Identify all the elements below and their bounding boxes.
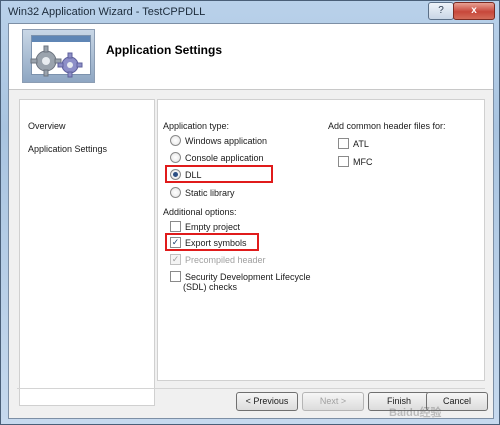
page-title: Application Settings [106, 43, 223, 57]
radio-static-library[interactable]: Static library [170, 186, 235, 199]
help-button[interactable]: ? [428, 2, 454, 20]
close-button[interactable]: x [453, 2, 495, 20]
radio-indicator[interactable] [170, 187, 181, 198]
checkbox-mfc[interactable]: MFC [338, 155, 373, 168]
watermark-text: Baidu经验 [389, 407, 442, 419]
checkbox-indicator[interactable] [338, 138, 349, 149]
checkbox-label: MFC [353, 156, 373, 167]
window-title: Win32 Application Wizard - TestCPPDLL [8, 6, 206, 18]
radio-console-application[interactable]: Console application [170, 151, 264, 164]
previous-button[interactable]: < Previous [236, 392, 298, 411]
gear-small-icon [57, 52, 83, 78]
checkbox-label: Precompiled header [185, 254, 266, 265]
checkbox-indicator[interactable] [170, 221, 181, 232]
checkbox-indicator[interactable] [170, 271, 181, 282]
header-files-label: Add common header files for: [328, 121, 446, 131]
wizard-banner-image [22, 29, 95, 83]
checkbox-label-continuation: (SDL) checks [183, 282, 238, 292]
radio-indicator[interactable] [170, 135, 181, 146]
radio-label: Windows application [185, 135, 268, 146]
checkbox-empty-project[interactable]: Empty project [170, 220, 240, 233]
sidebar-item-application-settings[interactable]: Application Settings [28, 144, 107, 154]
title-bar[interactable]: Win32 Application Wizard - TestCPPDLL ? … [1, 1, 499, 23]
additional-options-label: Additional options: [163, 207, 237, 217]
export-symbols-highlight-box [165, 233, 259, 251]
checkbox-atl[interactable]: ATL [338, 137, 369, 150]
next-button: Next > [302, 392, 364, 411]
application-type-label: Application type: [163, 121, 230, 131]
radio-label: Static library [185, 187, 235, 198]
checkbox-precompiled-header: ✓ Precompiled header [170, 253, 266, 266]
checkbox-label: Security Development Lifecycle [185, 271, 311, 282]
wizard-client-area: Application Settings Overview Applicatio… [8, 23, 494, 419]
wizard-window: Win32 Application Wizard - TestCPPDLL ? … [0, 0, 500, 425]
checkbox-indicator-disabled: ✓ [170, 254, 181, 265]
checkbox-label: ATL [353, 138, 369, 149]
radio-label: Console application [185, 152, 264, 163]
dll-highlight-box [165, 165, 273, 183]
sidebar-item-overview[interactable]: Overview [28, 121, 66, 131]
wizard-banner: Application Settings [9, 24, 493, 90]
wizard-sidebar: Overview Application Settings [19, 99, 155, 406]
checkbox-label: Empty project [185, 221, 241, 232]
footer-divider [17, 388, 485, 389]
checkbox-indicator[interactable] [338, 156, 349, 167]
radio-indicator[interactable] [170, 152, 181, 163]
settings-panel: Application type: Windows application Co… [157, 99, 485, 381]
radio-windows-application[interactable]: Windows application [170, 134, 267, 147]
